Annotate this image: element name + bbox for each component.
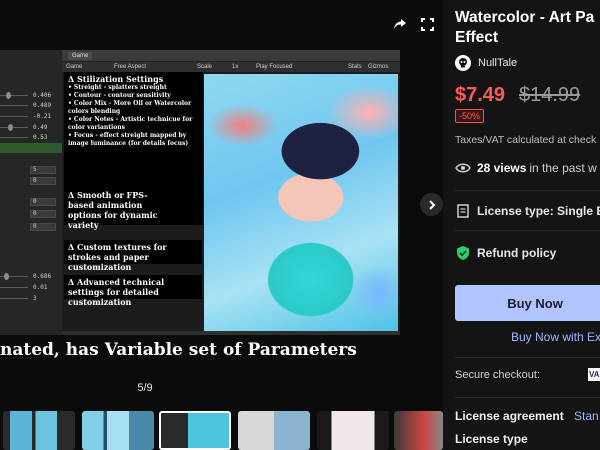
thumbnail[interactable] bbox=[3, 411, 75, 450]
inspector-row: -0.21 bbox=[0, 113, 62, 121]
toolbar-display: Game bbox=[66, 64, 83, 70]
inspector-value: -0.21 bbox=[33, 113, 52, 120]
toolbar-stats: Stats bbox=[348, 64, 362, 70]
thumbnail[interactable] bbox=[317, 411, 389, 450]
stilization-line: • Color Mix - More Oil or Watercolor col… bbox=[68, 100, 192, 115]
game-toolbar: Game Free Aspect Scale 1x Play Focused S… bbox=[62, 62, 400, 72]
license-type-row[interactable]: License type: Single E bbox=[455, 203, 600, 219]
inspector-value: 0.49 bbox=[33, 124, 48, 131]
views-count: 28 views bbox=[477, 161, 527, 175]
seller-link[interactable]: NullTale bbox=[455, 55, 517, 71]
gallery-image: 0.406 0.489 -0.21 0.49 0.53 5 0 0 0 0 0.… bbox=[0, 50, 400, 335]
inspector-row: 0 bbox=[0, 210, 62, 218]
stilization-line: • Color Notes - Artistic technicue for c… bbox=[68, 116, 193, 131]
game-tab: Game bbox=[68, 52, 93, 60]
buy-now-button[interactable]: Buy Now bbox=[455, 285, 600, 321]
refund-policy-row[interactable]: Refund policy bbox=[455, 245, 556, 261]
eye-icon bbox=[455, 163, 471, 173]
license-icon bbox=[455, 203, 471, 219]
inspector-value: 0.489 bbox=[33, 102, 52, 109]
inspector-value: 5 bbox=[33, 166, 37, 173]
shield-check-icon bbox=[455, 245, 471, 261]
original-price: $14.99 bbox=[519, 84, 581, 106]
inspector-row: 0.686 bbox=[0, 273, 62, 281]
thumbnail[interactable] bbox=[238, 411, 310, 450]
animation-note: Δ Smooth or FPS-based animation options … bbox=[64, 187, 177, 230]
skull-icon bbox=[459, 58, 467, 68]
toolbar-gizmos: Gizmos bbox=[368, 64, 389, 70]
toolbar-play-focus: Play Focused bbox=[256, 64, 293, 70]
advanced-note: Δ Advanced technical settings for detail… bbox=[64, 275, 202, 307]
toolbar-scale-value: 1x bbox=[232, 64, 239, 70]
watercolor-artwork bbox=[204, 74, 398, 331]
fullscreen-button[interactable] bbox=[417, 14, 437, 34]
buy-now-with-button[interactable]: Buy Now with Ex bbox=[511, 330, 600, 344]
game-bottom-strip bbox=[62, 331, 400, 335]
divider bbox=[455, 357, 600, 358]
fullscreen-icon bbox=[420, 17, 434, 31]
inspector-row: 0.406 bbox=[0, 92, 62, 100]
inspector-row: 3 bbox=[0, 295, 62, 303]
inspector-row: 0.489 bbox=[0, 102, 62, 110]
discount-badge: -50% bbox=[455, 109, 485, 123]
media-viewer: 0.406 0.489 -0.21 0.49 0.53 5 0 0 0 0 0.… bbox=[0, 0, 443, 450]
thumbnail-active[interactable] bbox=[159, 411, 231, 450]
divider bbox=[455, 230, 600, 231]
inspector-value: 3 bbox=[33, 295, 37, 302]
thumbnail-strip bbox=[0, 408, 443, 450]
thumbnail[interactable] bbox=[394, 411, 443, 450]
license-type-label: License type bbox=[455, 432, 528, 446]
image-caption: nated, has Variable set of Parameters bbox=[0, 340, 357, 360]
image-counter: 5/9 bbox=[137, 382, 153, 394]
game-tab-bar: Game bbox=[62, 50, 400, 62]
views-info: 28 views in the past w bbox=[455, 161, 597, 175]
stilization-line: • Contour - contour sensitivity bbox=[68, 92, 171, 99]
share-icon bbox=[394, 19, 406, 29]
divider bbox=[455, 397, 600, 398]
product-page: 0.406 0.489 -0.21 0.49 0.53 5 0 0 0 0 0.… bbox=[0, 0, 600, 450]
inspector-row: 0.01 bbox=[0, 284, 62, 292]
product-title: Watercolor - Art Pa bbox=[455, 9, 595, 26]
toolbar-scale-label: Scale bbox=[197, 64, 213, 70]
views-suffix: in the past w bbox=[529, 161, 597, 175]
product-title-line2: Effect bbox=[455, 29, 499, 46]
inspector-value: 0 bbox=[33, 210, 37, 217]
next-image-button[interactable] bbox=[420, 193, 443, 216]
inspector-value: 0 bbox=[33, 198, 37, 205]
inspector-value: 0 bbox=[33, 177, 37, 184]
inspector-value: 0 bbox=[33, 223, 37, 230]
stilization-line: • Focus - effect streight mapped by imag… bbox=[68, 132, 189, 147]
license-agreement-label: License agreement bbox=[455, 409, 564, 423]
inspector-value: 0.406 bbox=[33, 92, 52, 99]
inspector-value: 0.53 bbox=[33, 134, 48, 141]
inspector-row: 0 bbox=[0, 198, 62, 206]
inspector-highlight bbox=[0, 143, 62, 153]
current-price: $7.49 bbox=[455, 84, 506, 106]
stilization-title: Δ Stilization Settings bbox=[68, 74, 164, 84]
seller-avatar bbox=[455, 55, 471, 71]
product-panel: Watercolor - Art Pa Effect NullTale $7.4… bbox=[443, 0, 600, 450]
payment-badge: VA bbox=[588, 368, 600, 381]
tax-note: Taxes/VAT calculated at check bbox=[455, 134, 597, 146]
inspector-panel: 0.406 0.489 -0.21 0.49 0.53 5 0 0 0 0 0.… bbox=[0, 50, 62, 335]
toolbar-aspect: Free Aspect bbox=[114, 64, 147, 70]
refund-policy-text: Refund policy bbox=[477, 246, 557, 260]
inspector-row: 0 bbox=[0, 223, 62, 231]
inspector-value: 0.01 bbox=[33, 284, 48, 291]
inspector-row: 0.49 bbox=[0, 124, 62, 132]
stilization-line: • Streight - splatters streight bbox=[68, 84, 167, 91]
license-type-text: License type: Single E bbox=[477, 204, 600, 218]
share-button[interactable] bbox=[390, 14, 410, 34]
thumbnail[interactable] bbox=[82, 411, 154, 450]
license-agreement-link[interactable]: Stan bbox=[574, 409, 599, 423]
chevron-right-icon bbox=[428, 199, 435, 210]
inspector-row: 5 bbox=[0, 166, 62, 174]
inspector-row: 0 bbox=[0, 177, 62, 185]
secure-checkout-label: Secure checkout: bbox=[455, 369, 540, 381]
inspector-row: 0.53 bbox=[0, 134, 62, 142]
textures-note: Δ Custom textures for strokes and paper … bbox=[64, 240, 202, 272]
divider bbox=[455, 190, 600, 191]
seller-name: NullTale bbox=[478, 57, 518, 69]
inspector-value: 0.686 bbox=[33, 273, 52, 280]
